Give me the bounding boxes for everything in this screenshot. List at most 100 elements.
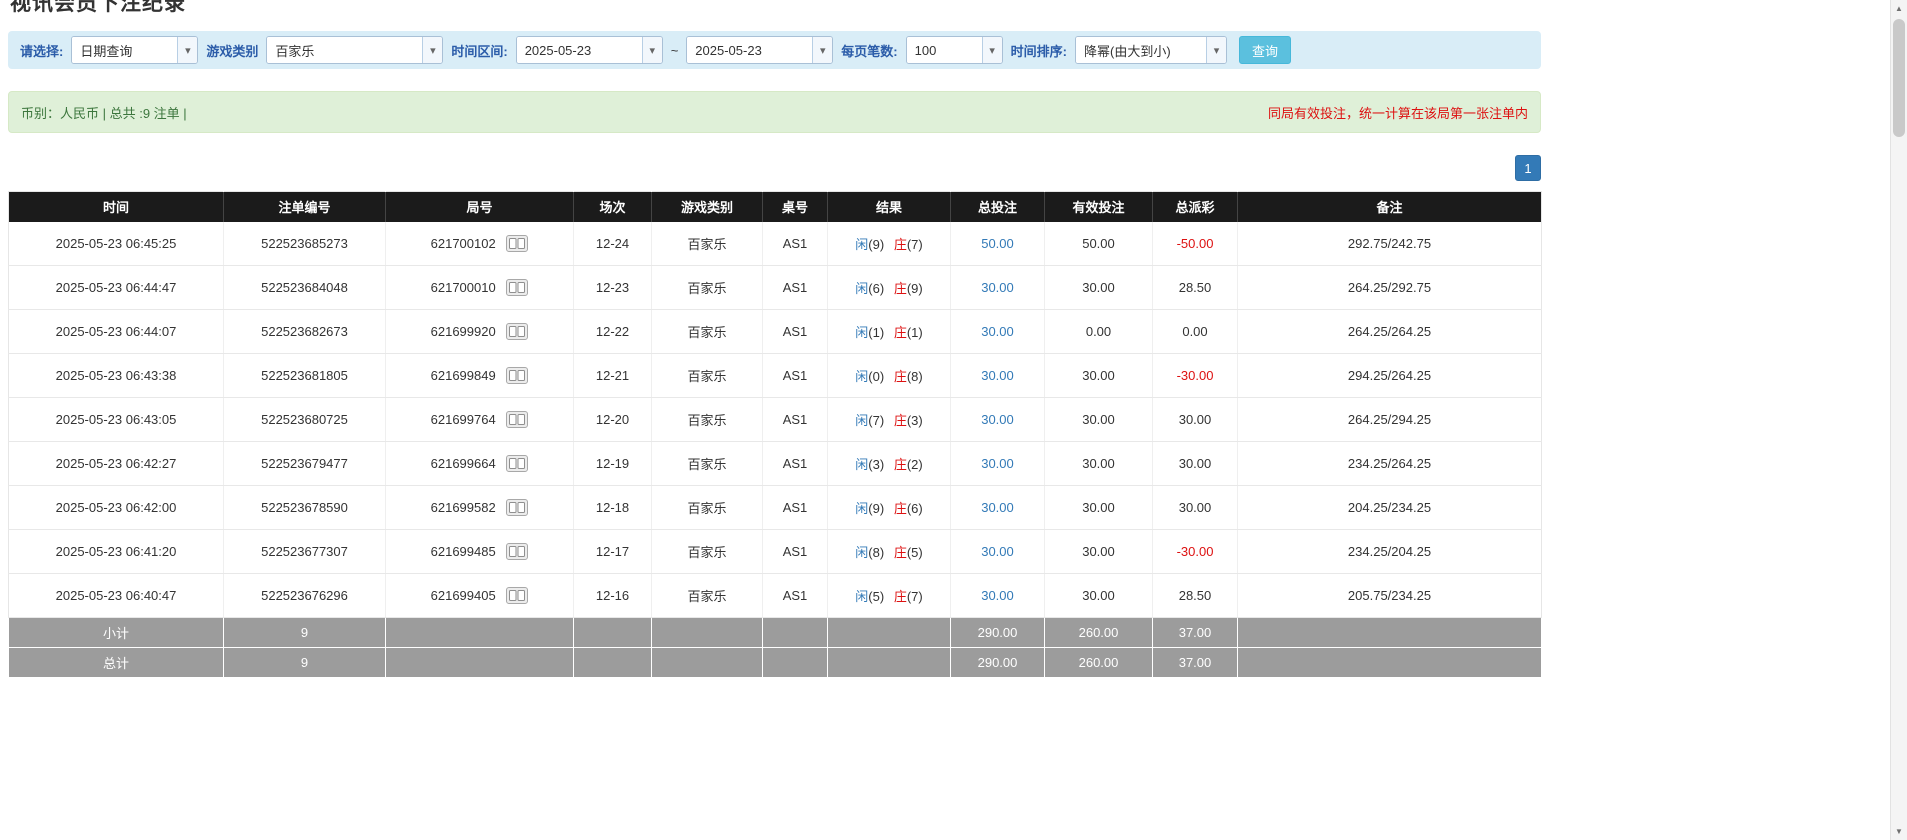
total-bet-link[interactable]: 30.00 [981,324,1014,339]
date-mode-combobox[interactable]: ▾ [71,36,198,64]
result-banker-score: (2) [907,457,923,472]
chevron-down-icon[interactable]: ▾ [812,37,832,63]
date-from-input[interactable] [517,37,642,63]
cell-bet-id: 522523677307 [224,530,386,574]
table-row: 2025-05-23 06:40:47 522523676296 6216994… [9,574,1542,618]
pagination: 1 [8,155,1541,181]
cell-round: 621699664 [386,442,574,486]
total-bet-link[interactable]: 30.00 [981,544,1014,559]
column-header: 有效投注 [1045,192,1153,222]
result-player-tag: 闲 [855,545,868,560]
cell-time: 2025-05-23 06:43:05 [9,398,224,442]
round-number: 621699764 [431,412,496,427]
round-result-cards-icon[interactable] [506,235,528,252]
cell-remark: 234.25/264.25 [1238,442,1542,486]
cell-table: AS1 [763,398,828,442]
game-type-combobox[interactable]: ▾ [266,36,443,64]
page-title: 视讯会员下注纪录 [10,0,1549,17]
round-number: 621699405 [431,588,496,603]
chevron-down-icon[interactable]: ▾ [982,37,1002,63]
page-size-input[interactable] [907,37,982,63]
date-from-picker[interactable]: ▾ [516,36,663,64]
cell-result: 闲(8) 庄(5) [828,530,951,574]
cell-remark: 205.75/234.25 [1238,574,1542,618]
round-result-cards-icon[interactable] [506,279,528,296]
cell-payout: 0.00 [1153,310,1238,354]
total-bet-link[interactable]: 30.00 [981,500,1014,515]
cell-round: 621700102 [386,222,574,266]
chevron-down-icon[interactable]: ▾ [177,37,197,63]
result-player-score: (0) [868,369,884,384]
round-number: 621700010 [431,280,496,295]
cell-result: 闲(5) 庄(7) [828,574,951,618]
total-total-bet: 290.00 [951,648,1045,678]
sort-order-combobox[interactable]: ▾ [1075,36,1227,64]
round-result-cards-icon[interactable] [506,367,528,384]
scroll-up-icon[interactable]: ▲ [1891,0,1907,17]
cell-table: AS1 [763,310,828,354]
cell-remark: 264.25/292.75 [1238,266,1542,310]
cell-payout: 28.50 [1153,574,1238,618]
cell-result: 闲(6) 庄(9) [828,266,951,310]
total-bet-link[interactable]: 30.00 [981,280,1014,295]
scrollbar[interactable]: ▲ ▼ [1890,0,1907,840]
round-result-cards-icon[interactable] [506,587,528,604]
result-player-score: (5) [868,589,884,604]
round-result-cards-icon[interactable] [506,455,528,472]
total-bet-link[interactable]: 30.00 [981,456,1014,471]
chevron-down-icon[interactable]: ▾ [1206,37,1226,63]
table-header-row: 时间注单编号局号场次游戏类别桌号结果总投注有效投注总派彩备注 [9,192,1542,222]
scrollbar-thumb[interactable] [1893,19,1905,137]
page-size-combobox[interactable]: ▾ [906,36,1003,64]
column-header: 场次 [574,192,652,222]
sort-order-input[interactable] [1076,37,1206,63]
cell-total-bet: 30.00 [951,486,1045,530]
round-number: 621699582 [431,500,496,515]
valid-bet-notice: 同局有效投注，统一计算在该局第一张注单内 [1268,103,1528,122]
chevron-down-icon[interactable]: ▾ [642,37,662,63]
round-result-cards-icon[interactable] [506,323,528,340]
cell-bet-id: 522523681805 [224,354,386,398]
cell-remark: 264.25/294.25 [1238,398,1542,442]
summary-bar: 币别：人民币 | 总共 :9 注单 | 同局有效投注，统一计算在该局第一张注单内 [8,91,1541,133]
column-header: 总投注 [951,192,1045,222]
total-bet-link[interactable]: 50.00 [981,236,1014,251]
cell-payout: 30.00 [1153,442,1238,486]
table-row: 2025-05-23 06:43:38 522523681805 6216998… [9,354,1542,398]
round-number: 621699849 [431,368,496,383]
cell-time: 2025-05-23 06:40:47 [9,574,224,618]
scroll-down-icon[interactable]: ▼ [1891,823,1907,840]
cell-game: 百家乐 [652,222,763,266]
cell-game: 百家乐 [652,486,763,530]
round-number: 621700102 [431,236,496,251]
total-bet-link[interactable]: 30.00 [981,588,1014,603]
page-button-1[interactable]: 1 [1515,155,1541,181]
cell-remark: 204.25/234.25 [1238,486,1542,530]
result-banker-tag: 庄 [894,457,907,472]
cell-round: 621699485 [386,530,574,574]
cell-valid-bet: 30.00 [1045,266,1153,310]
round-result-cards-icon[interactable] [506,499,528,516]
cell-game: 百家乐 [652,354,763,398]
date-to-input[interactable] [687,37,812,63]
cell-remark: 294.25/264.25 [1238,354,1542,398]
date-mode-input[interactable] [72,37,177,63]
total-bet-link[interactable]: 30.00 [981,368,1014,383]
date-to-picker[interactable]: ▾ [686,36,833,64]
cell-time: 2025-05-23 06:43:38 [9,354,224,398]
chevron-down-icon[interactable]: ▾ [422,37,442,63]
result-player-tag: 闲 [855,325,868,340]
result-banker-tag: 庄 [894,545,907,560]
result-player-score: (9) [868,501,884,516]
cell-session: 12-21 [574,354,652,398]
game-type-input[interactable] [267,37,422,63]
search-button[interactable]: 查询 [1239,36,1291,64]
cell-valid-bet: 50.00 [1045,222,1153,266]
total-bet-link[interactable]: 30.00 [981,412,1014,427]
result-banker-tag: 庄 [894,237,907,252]
column-header: 总派彩 [1153,192,1238,222]
table-body: 2025-05-23 06:45:25 522523685273 6217001… [9,222,1542,618]
round-result-cards-icon[interactable] [506,543,528,560]
round-result-cards-icon[interactable] [506,411,528,428]
result-banker-score: (9) [907,281,923,296]
